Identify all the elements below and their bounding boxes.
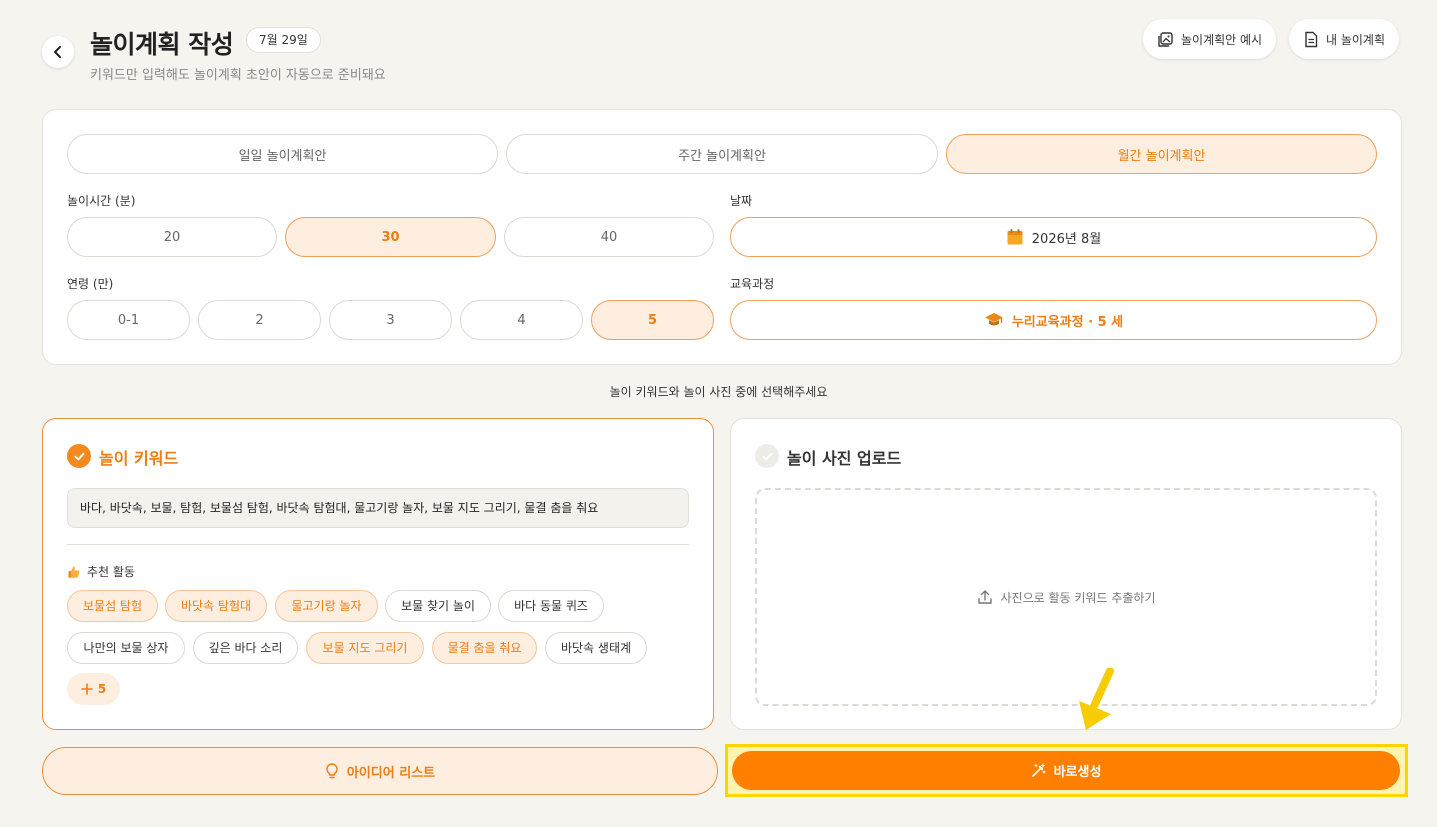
plan-example-label: 놀이계획안 예시 [1181, 32, 1263, 47]
photo-dropzone[interactable]: 사진으로 활동 키워드 추출하기 [755, 488, 1377, 706]
age-option-2[interactable]: 2 [198, 300, 321, 340]
back-button[interactable] [42, 36, 74, 68]
check-circle-icon [67, 444, 91, 468]
play-time-label: 놀이시간 (분) [67, 194, 136, 208]
photo-upload-title: 놀이 사진 업로드 [787, 449, 902, 468]
magic-wand-icon [1031, 763, 1046, 777]
more-activities-button[interactable]: 5 [67, 673, 120, 705]
document-icon [1305, 31, 1318, 47]
page-subtitle: 키워드만 입력해도 놀이계획 초안이 자동으로 준비돼요 [90, 68, 386, 83]
generate-button[interactable]: 바로생성 [732, 751, 1400, 790]
age-option-3[interactable]: 3 [329, 300, 452, 340]
keyword-card-title: 놀이 키워드 [99, 449, 179, 468]
play-time-option-20[interactable]: 20 [67, 217, 277, 257]
play-time-option-40[interactable]: 40 [504, 217, 714, 257]
tab-weekly-plan[interactable]: 주간 놀이계획안 [506, 134, 938, 174]
tab-monthly-plan[interactable]: 월간 놀이계획안 [946, 134, 1377, 174]
activity-chip[interactable]: 보물섬 탐험 [67, 590, 158, 622]
activity-chip[interactable]: 보물 찾기 놀이 [385, 590, 491, 622]
divider [67, 544, 689, 545]
activity-chip[interactable]: 물결 춤을 춰요 [432, 632, 537, 664]
my-plans-button[interactable]: 내 놀이계획 [1289, 19, 1400, 59]
check-circle-icon [755, 444, 779, 468]
activity-chip[interactable]: 물고기랑 놀자 [275, 590, 378, 622]
age-option-4[interactable]: 4 [460, 300, 583, 340]
gallery-icon [1158, 31, 1173, 47]
idea-list-button[interactable]: 아이디어 리스트 [42, 747, 718, 795]
activity-chip[interactable]: 바닷속 생태계 [545, 632, 647, 664]
plan-example-button[interactable]: 놀이계획안 예시 [1143, 19, 1277, 59]
activity-chip[interactable]: 바다 동물 퀴즈 [498, 590, 604, 622]
curriculum-label: 교육과정 [730, 277, 775, 291]
lightbulb-icon [326, 763, 338, 779]
thumbs-up-icon [68, 566, 80, 578]
date-picker[interactable]: 2026년 8월 [730, 217, 1377, 257]
date-badge: 7월 29일 [246, 27, 321, 53]
activity-chip[interactable]: 보물 지도 그리기 [306, 632, 424, 664]
curriculum-value: 누리교육과정 · 5 세 [1011, 314, 1124, 330]
age-option-5[interactable]: 5 [591, 300, 714, 340]
activity-chip[interactable]: 나만의 보물 상자 [67, 632, 185, 664]
activity-chip[interactable]: 깊은 바다 소리 [193, 632, 298, 664]
date-label: 날짜 [730, 194, 753, 208]
keyword-input[interactable]: 바다, 바닷속, 보물, 탐험, 보물섬 탐험, 바닷속 탐험대, 물고기랑 놀… [67, 488, 689, 528]
pointer-arrow-icon [1079, 668, 1114, 730]
recommend-title: 추천 활동 [67, 563, 135, 580]
calendar-icon [1007, 229, 1023, 245]
tab-daily-plan[interactable]: 일일 놀이계획안 [67, 134, 498, 174]
curriculum-select[interactable]: 누리교육과정 · 5 세 [730, 300, 1377, 340]
play-time-option-30[interactable]: 30 [285, 217, 496, 257]
age-option-0-1[interactable]: 0-1 [67, 300, 190, 340]
choice-message: 놀이 키워드와 놀이 사진 중에 선택해주세요 [609, 385, 828, 399]
page-title: 놀이계획 작성 [90, 30, 234, 59]
chevron-left-icon [54, 46, 61, 58]
plus-icon [81, 683, 93, 695]
graduation-cap-icon [984, 313, 1003, 326]
activity-chip[interactable]: 바닷속 탐험대 [165, 590, 267, 622]
date-value: 2026년 8월 [1031, 231, 1102, 247]
my-plans-label: 내 놀이계획 [1326, 32, 1386, 47]
upload-icon [977, 590, 992, 604]
age-label: 연령 (만) [67, 277, 114, 291]
